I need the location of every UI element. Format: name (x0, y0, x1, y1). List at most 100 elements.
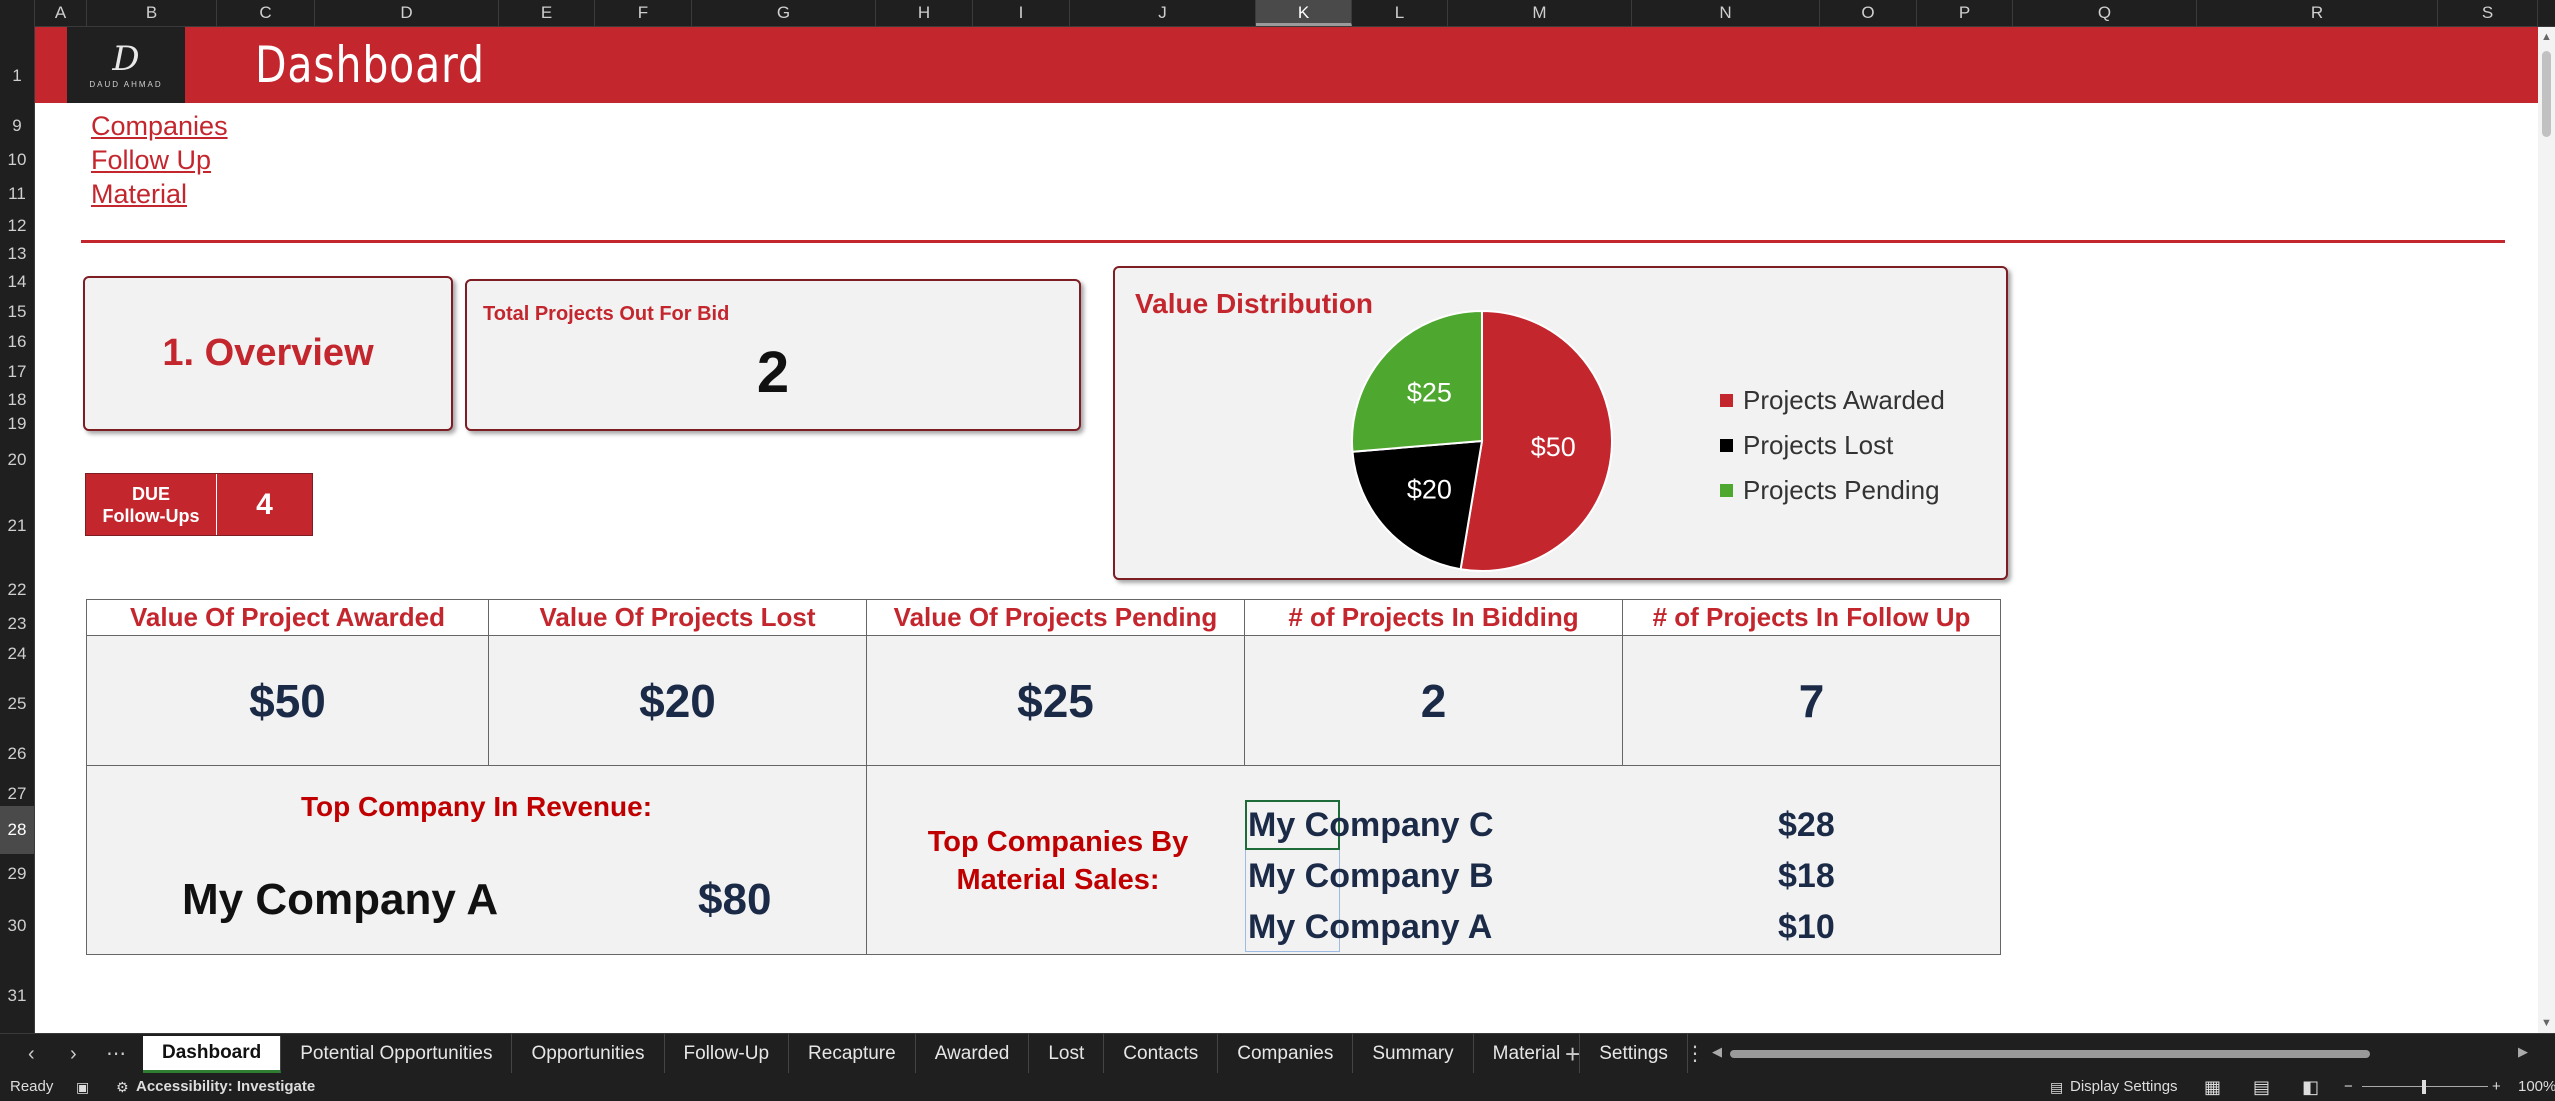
column-header-p[interactable]: P (1917, 0, 2013, 26)
scroll-right-icon[interactable]: ▶ (2518, 1044, 2528, 1060)
zoom-out-icon[interactable]: − (2344, 1073, 2353, 1101)
legend-item-awarded[interactable]: Projects Awarded (1720, 378, 1945, 423)
row-header[interactable]: 30 (0, 916, 34, 936)
row-header[interactable]: 9 (0, 116, 34, 136)
horizontal-scrollbar[interactable]: ◀ ▶ (1712, 1044, 2532, 1060)
row-header[interactable]: 25 (0, 694, 34, 714)
pie-slice-lost[interactable] (1351, 439, 1484, 571)
normal-view-icon[interactable]: ▦ (2204, 1073, 2221, 1101)
kpi-header[interactable]: # of Projects In Follow Up (1622, 599, 2001, 636)
material-company-name[interactable]: My Company C (1248, 800, 1494, 850)
column-header-k[interactable]: K (1256, 0, 1352, 26)
scroll-up-icon[interactable]: ▲ (2538, 31, 2555, 43)
column-header-f[interactable]: F (595, 0, 692, 26)
column-header-m[interactable]: M (1448, 0, 1632, 26)
row-header[interactable]: 20 (0, 450, 34, 470)
vertical-scrollbar[interactable]: ▲ ▼ (2538, 27, 2555, 1033)
row-header[interactable]: 15 (0, 302, 34, 322)
tab-opportunities[interactable]: Opportunities (512, 1034, 665, 1074)
macro-record-icon[interactable]: ▣ (76, 1073, 89, 1101)
row-header-selected[interactable]: 28 (0, 806, 34, 854)
row-header[interactable]: 10 (0, 150, 34, 170)
scroll-left-icon[interactable]: ◀ (1712, 1044, 1722, 1060)
row-header[interactable]: 12 (0, 216, 34, 236)
tab-potential-opportunities[interactable]: Potential Opportunities (281, 1034, 513, 1074)
page-layout-view-icon[interactable]: ▤ (2253, 1073, 2270, 1101)
row-header[interactable]: 18 (0, 390, 34, 410)
column-header-g[interactable]: G (692, 0, 876, 26)
more-sheets-icon[interactable]: ⋯ (106, 1034, 126, 1074)
column-header-h[interactable]: H (876, 0, 973, 26)
column-header-j[interactable]: J (1070, 0, 1256, 26)
column-header-b[interactable]: B (87, 0, 217, 26)
tab-split-handle-icon[interactable]: ⋮ (1685, 1034, 1705, 1074)
select-all-corner[interactable] (0, 0, 35, 26)
tab-contacts[interactable]: Contacts (1104, 1034, 1219, 1074)
row-header[interactable]: 1 (0, 66, 34, 86)
zoom-in-icon[interactable]: + (2492, 1073, 2501, 1101)
row-header[interactable]: 14 (0, 272, 34, 292)
row-header[interactable]: 31 (0, 986, 34, 1006)
kpi-header[interactable]: Value Of Projects Pending (866, 599, 1245, 636)
column-header-i[interactable]: I (973, 0, 1070, 26)
material-company-name[interactable]: My Company A (1248, 902, 1492, 952)
kpi-value-awarded[interactable]: $50 (86, 635, 489, 766)
material-company-value[interactable]: $18 (1778, 851, 1835, 901)
zoom-slider-handle[interactable] (2422, 1080, 2426, 1094)
tab-companies[interactable]: Companies (1218, 1034, 1354, 1074)
material-company-value[interactable]: $10 (1778, 902, 1835, 952)
material-company-name[interactable]: My Company B (1248, 851, 1494, 901)
material-company-value[interactable]: $28 (1778, 800, 1835, 850)
tab-settings[interactable]: Settings (1580, 1034, 1688, 1074)
tab-follow-up[interactable]: Follow-Up (665, 1034, 790, 1074)
kpi-header[interactable]: Value Of Projects Lost (488, 599, 867, 636)
row-header[interactable]: 27 (0, 784, 34, 804)
column-header-n[interactable]: N (1632, 0, 1820, 26)
row-header[interactable]: 22 (0, 580, 34, 600)
vertical-scroll-thumb[interactable] (2542, 51, 2551, 137)
tab-awarded[interactable]: Awarded (916, 1034, 1030, 1074)
column-header-r[interactable]: R (2197, 0, 2438, 26)
kpi-value-pending[interactable]: $25 (866, 635, 1245, 766)
link-material[interactable]: Material (91, 177, 228, 211)
column-header-c[interactable]: C (217, 0, 315, 26)
material-sales-cell[interactable]: Top Companies By Material Sales: My Comp… (866, 765, 2001, 955)
column-header-o[interactable]: O (1820, 0, 1917, 26)
add-sheet-icon[interactable]: + (1565, 1034, 1580, 1074)
top-company-cell[interactable]: Top Company In Revenue: My Company A $80 (86, 765, 867, 955)
chevron-right-icon[interactable]: › (70, 1034, 77, 1074)
kpi-value-follow-up[interactable]: 7 (1622, 635, 2001, 766)
row-header[interactable]: 29 (0, 864, 34, 884)
row-header[interactable]: 19 (0, 414, 34, 434)
tab-dashboard[interactable]: Dashboard (143, 1036, 282, 1073)
legend-item-pending[interactable]: Projects Pending (1720, 468, 1945, 513)
display-settings-button[interactable]: Display Settings (2070, 1073, 2178, 1101)
legend-item-lost[interactable]: Projects Lost (1720, 423, 1945, 468)
tab-summary[interactable]: Summary (1353, 1034, 1474, 1074)
zoom-level[interactable]: 100% (2518, 1073, 2555, 1101)
row-header[interactable]: 26 (0, 744, 34, 764)
row-header[interactable]: 13 (0, 244, 34, 264)
chevron-left-icon[interactable]: ‹ (28, 1034, 35, 1074)
column-header-e[interactable]: E (499, 0, 595, 26)
value-distribution-chart[interactable]: Value Distribution $50 $20 $25 Projects … (1113, 266, 2008, 580)
worksheet-grid[interactable]: D DAUD AHMAD Dashboard Companies Follow … (35, 27, 2538, 1033)
kpi-header[interactable]: # of Projects In Bidding (1244, 599, 1623, 636)
row-header[interactable]: 21 (0, 516, 34, 536)
accessibility-status[interactable]: Accessibility: Investigate (136, 1073, 315, 1101)
row-header[interactable]: 23 (0, 614, 34, 634)
kpi-header[interactable]: Value Of Project Awarded (86, 599, 489, 636)
row-header[interactable]: 11 (0, 184, 34, 204)
column-header-l[interactable]: L (1352, 0, 1448, 26)
column-header-a[interactable]: A (35, 0, 87, 26)
page-break-view-icon[interactable]: ◧ (2302, 1073, 2319, 1101)
row-header[interactable]: 24 (0, 644, 34, 664)
column-header-d[interactable]: D (315, 0, 499, 26)
tab-recapture[interactable]: Recapture (789, 1034, 916, 1074)
kpi-value-lost[interactable]: $20 (488, 635, 867, 766)
horizontal-scroll-thumb[interactable] (1730, 1050, 2370, 1058)
column-header-q[interactable]: Q (2013, 0, 2197, 26)
link-companies[interactable]: Companies (91, 109, 228, 143)
row-header[interactable]: 17 (0, 362, 34, 382)
row-header[interactable]: 16 (0, 332, 34, 352)
